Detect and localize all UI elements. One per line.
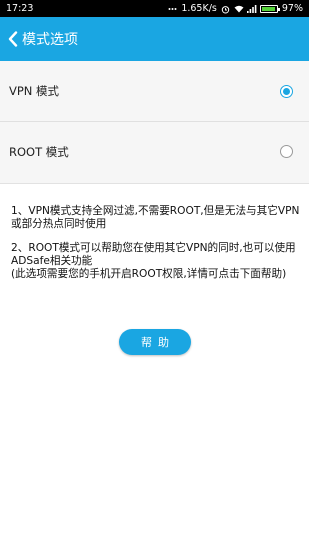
chevron-left-icon <box>8 31 18 47</box>
wifi-icon <box>234 5 244 13</box>
net-speed: 1.65K/s <box>181 3 217 14</box>
title-bar: 模式选项 <box>0 17 309 61</box>
back-button[interactable]: 模式选项 <box>8 29 78 49</box>
signal-icon <box>246 4 257 13</box>
mode-description: 1、VPN模式支持全网过滤,不需要ROOT,但是无法与其它VPN或部分热点同时使… <box>11 205 303 292</box>
status-right: 1.65K/s 97% <box>168 3 303 14</box>
radio-vpn-mode[interactable] <box>280 84 293 98</box>
screen: 17:23 1.65K/s 97% 模式选项 VPN 模式 ROOT 模式 1、… <box>0 0 309 550</box>
option-label: ROOT 模式 <box>9 144 69 159</box>
help-button[interactable]: 帮助 <box>119 329 191 355</box>
root-permission-note: (此选项需要您的手机开启ROOT权限,详情可点击下面帮助) <box>11 268 287 280</box>
battery-icon <box>259 4 280 13</box>
status-bar: 17:23 1.65K/s 97% <box>0 0 309 17</box>
status-time: 17:23 <box>6 3 34 14</box>
alarm-icon <box>221 5 230 14</box>
root-mode-note: 2、ROOT模式可以帮助您在使用其它VPN的同时,也可以使用ADSafe相关功能 <box>11 242 296 267</box>
mode-options: VPN 模式 ROOT 模式 <box>0 61 309 184</box>
more-dots-icon <box>168 5 177 13</box>
radio-root-mode[interactable] <box>280 145 293 158</box>
option-root-mode[interactable]: ROOT 模式 <box>0 121 309 181</box>
option-label: VPN 模式 <box>9 84 60 98</box>
battery-percent: 97% <box>281 3 303 14</box>
page-title: 模式选项 <box>22 32 78 48</box>
option-vpn-mode[interactable]: VPN 模式 <box>0 61 309 121</box>
vpn-mode-note: 1、VPN模式支持全网过滤,不需要ROOT,但是无法与其它VPN或部分热点同时使… <box>11 205 300 230</box>
